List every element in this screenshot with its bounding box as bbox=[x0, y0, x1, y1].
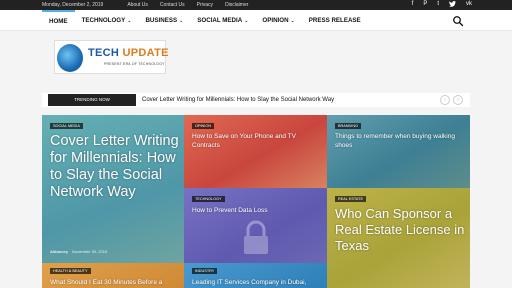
facebook-icon[interactable]: f bbox=[412, 1, 414, 9]
category-badge[interactable]: INDUSTRY bbox=[192, 268, 218, 274]
featured-post[interactable]: HEALTH & BEAUTY What Should I Eat 30 Min… bbox=[42, 263, 184, 288]
featured-post[interactable]: INDUSTRY Leading IT Services Company in … bbox=[184, 263, 327, 288]
vk-icon[interactable]: vk bbox=[466, 1, 472, 9]
top-link-privacy[interactable]: Privacy bbox=[197, 2, 213, 8]
chevron-down-icon: ⌄ bbox=[244, 18, 249, 24]
post-title[interactable]: How to Prevent Data Loss bbox=[192, 206, 317, 215]
current-date: Monday, December 2, 2019 bbox=[42, 2, 104, 8]
nav-item-press-release[interactable]: PRESS RELEASE bbox=[302, 10, 368, 31]
category-badge[interactable]: REAL ESTATE bbox=[335, 196, 367, 202]
tumblr-icon[interactable]: t bbox=[437, 1, 439, 9]
trending-headline[interactable]: Cover Letter Writing for Millennials: Ho… bbox=[142, 93, 334, 107]
trending-badge: TRENDING NOW bbox=[48, 94, 136, 106]
nav-item-technology[interactable]: TECHNOLOGY ⌄ bbox=[75, 10, 139, 31]
post-meta: Aldoucey November 30, 2019 bbox=[50, 249, 107, 254]
category-badge[interactable]: TECHNOLOGY bbox=[192, 196, 225, 202]
pinterest-icon[interactable]: P bbox=[423, 1, 427, 9]
post-title[interactable]: Who Can Sponsor a Real Estate License in… bbox=[335, 206, 470, 254]
padlock-icon bbox=[244, 220, 268, 254]
nav-item-business[interactable]: BUSINESS ⌄ bbox=[138, 10, 190, 31]
category-badge[interactable]: OPINION bbox=[192, 123, 215, 129]
twitter-icon[interactable] bbox=[449, 1, 456, 9]
post-title[interactable]: Things to remember when buying walking s… bbox=[335, 132, 467, 150]
featured-post[interactable]: TECHNOLOGY How to Prevent Data Loss bbox=[184, 188, 327, 263]
nav-item-home[interactable]: HOME bbox=[42, 10, 75, 31]
category-badge[interactable]: BRANDING bbox=[335, 123, 362, 129]
featured-post-large[interactable]: SOCIAL MEDIA Cover Letter Writing for Mi… bbox=[42, 115, 184, 263]
chevron-down-icon: ⌄ bbox=[290, 18, 295, 24]
top-link-disclaimer[interactable]: Disclaimer bbox=[225, 2, 248, 8]
featured-post[interactable]: BRANDING Things to remember when buying … bbox=[327, 115, 470, 188]
globe-icon bbox=[57, 44, 83, 72]
chevron-down-icon: ⌄ bbox=[179, 18, 184, 24]
main-navigation: HOME TECHNOLOGY ⌄ BUSINESS ⌄ SOCIAL MEDIA ⌄… bbox=[0, 10, 512, 31]
chevron-right-icon[interactable]: › bbox=[453, 95, 463, 105]
chevron-left-icon[interactable]: ‹ bbox=[440, 95, 450, 105]
logo-tagline: PRESENT ERA OF TECHNOLOGY bbox=[104, 62, 165, 66]
post-title[interactable]: Cover Letter Writing for Millennials: Ho… bbox=[50, 133, 182, 201]
nav-item-opinion[interactable]: OPINION ⌄ bbox=[255, 10, 301, 31]
top-link-contact[interactable]: Contact Us bbox=[160, 2, 185, 8]
site-logo[interactable]: TECH UPDATE PRESENT ERA OF TECHNOLOGY bbox=[54, 40, 168, 74]
search-icon[interactable] bbox=[452, 14, 464, 27]
post-date: November 30, 2019 bbox=[72, 249, 108, 254]
trending-bar: TRENDING NOW Cover Letter Writing for Mi… bbox=[42, 93, 470, 107]
post-title[interactable]: How to Save on Your Phone and TV Contrac… bbox=[192, 132, 317, 150]
chevron-down-icon: ⌄ bbox=[127, 18, 132, 24]
featured-grid: SOCIAL MEDIA Cover Letter Writing for Mi… bbox=[42, 115, 470, 288]
post-title[interactable]: Leading IT Services Company in Dubai, bbox=[192, 278, 327, 287]
top-bar: Monday, December 2, 2019 About Us Contac… bbox=[0, 0, 512, 10]
post-title[interactable]: What Should I Eat 30 Minutes Before a bbox=[50, 278, 184, 287]
category-badge[interactable]: HEALTH & BEAUTY bbox=[50, 268, 91, 274]
category-badge[interactable]: SOCIAL MEDIA bbox=[50, 123, 83, 129]
post-author[interactable]: Aldoucey bbox=[50, 249, 68, 254]
featured-post[interactable]: OPINION How to Save on Your Phone and TV… bbox=[184, 115, 327, 188]
featured-post[interactable]: REAL ESTATE Who Can Sponsor a Real Estat… bbox=[327, 188, 470, 288]
top-link-about[interactable]: About Us bbox=[127, 2, 148, 8]
nav-item-social-media[interactable]: SOCIAL MEDIA ⌄ bbox=[190, 10, 255, 31]
